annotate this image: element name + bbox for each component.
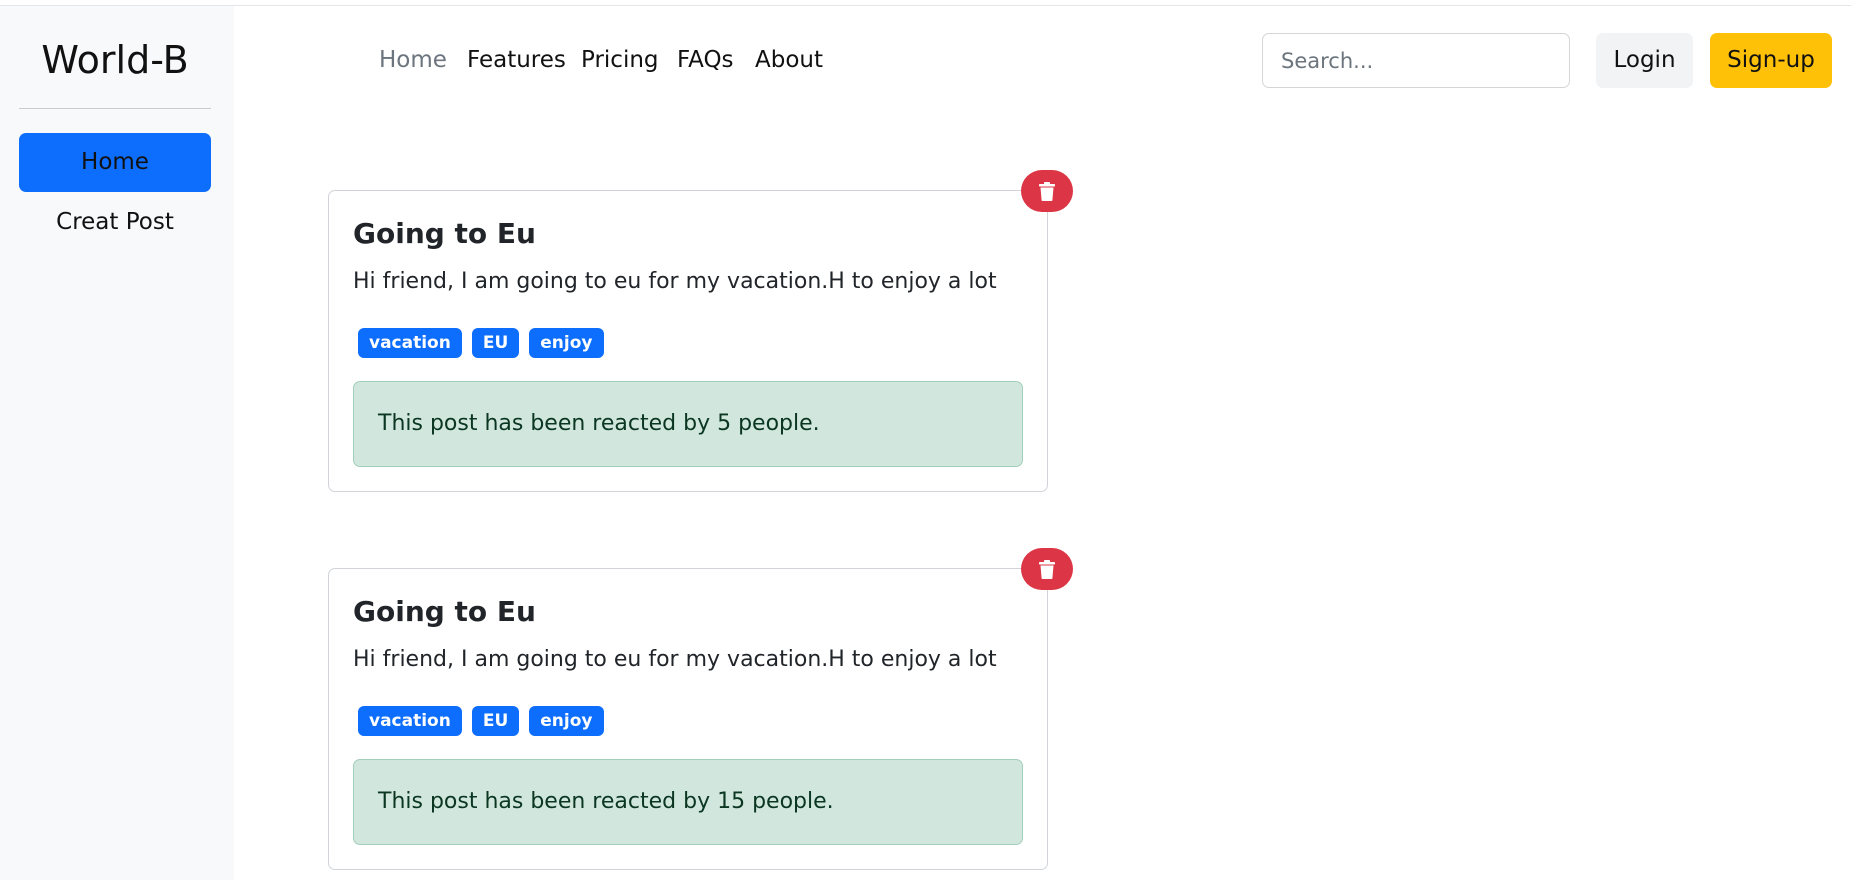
sidebar-divider xyxy=(19,108,211,109)
tag-badge[interactable]: enjoy xyxy=(529,706,604,736)
delete-post-button[interactable] xyxy=(1021,170,1073,212)
nav-link-features[interactable]: Features xyxy=(467,47,566,73)
post-title: Going to Eu xyxy=(353,595,536,628)
tag-badge[interactable]: EU xyxy=(471,328,520,358)
trash-icon xyxy=(1039,560,1055,579)
sidebar-item-create-post[interactable]: Creat Post xyxy=(19,193,211,252)
nav-link-home[interactable]: Home xyxy=(379,47,447,73)
post-tags: vacation EU enjoy xyxy=(358,328,604,358)
nav-link-faqs[interactable]: FAQs xyxy=(677,47,734,73)
top-border xyxy=(0,5,1851,6)
tag-badge[interactable]: vacation xyxy=(358,706,462,736)
nav-link-pricing[interactable]: Pricing xyxy=(581,47,659,73)
post-card: Going to Eu Hi friend, I am going to eu … xyxy=(328,190,1048,492)
reactions-alert: This post has been reacted by 15 people. xyxy=(353,759,1023,845)
tag-badge[interactable]: EU xyxy=(471,706,520,736)
search-input[interactable] xyxy=(1262,33,1570,88)
nav-link-about[interactable]: About xyxy=(755,47,823,73)
post-title: Going to Eu xyxy=(353,217,536,250)
sidebar-item-home[interactable]: Home xyxy=(19,133,211,192)
post-body: Hi friend, I am going to eu for my vacat… xyxy=(353,647,997,672)
post-body: Hi friend, I am going to eu for my vacat… xyxy=(353,269,997,294)
reactions-alert: This post has been reacted by 5 people. xyxy=(353,381,1023,467)
signup-button[interactable]: Sign-up xyxy=(1710,33,1832,88)
tag-badge[interactable]: vacation xyxy=(358,328,462,358)
post-tags: vacation EU enjoy xyxy=(358,706,604,736)
login-button[interactable]: Login xyxy=(1596,33,1693,88)
trash-icon xyxy=(1039,182,1055,201)
delete-post-button[interactable] xyxy=(1021,548,1073,590)
sidebar: World-B Home Creat Post xyxy=(0,6,234,880)
tag-badge[interactable]: enjoy xyxy=(529,328,604,358)
post-card: Going to Eu Hi friend, I am going to eu … xyxy=(328,568,1048,870)
brand-logo[interactable]: World-B xyxy=(0,38,230,82)
